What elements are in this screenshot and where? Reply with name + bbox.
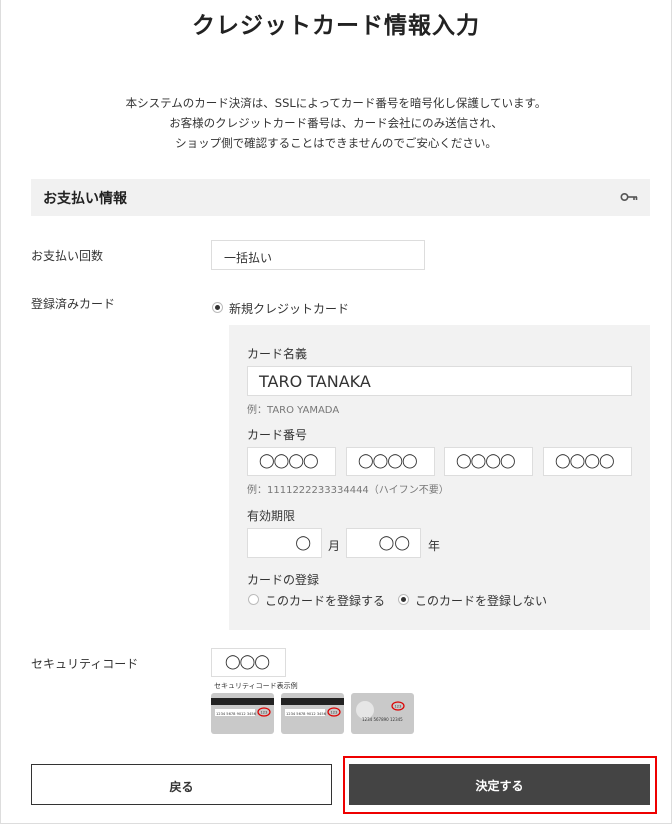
security-code-sample-amex: 123 1234 567890 12345 [351, 693, 414, 734]
notice-line-2: お客様のクレジットカード番号は、カード会社にのみ送信され、 [169, 116, 503, 130]
security-code-caption: セキュリティコード表示例 [214, 682, 298, 690]
submit-button[interactable]: 決定する [349, 764, 650, 805]
sample-number-1: 1234 5678 9012 3456 [216, 712, 257, 716]
card-register-label: カードの登録 [247, 573, 320, 587]
card-name-label: カード名義 [247, 347, 308, 361]
sample-number-3: 1234 567890 12345 [362, 717, 403, 722]
no-register-card-radio-label[interactable]: このカードを登録しない [415, 592, 547, 609]
sample-number-2: 1234 5678 9012 3456 [286, 712, 327, 716]
expiry-month-input[interactable]: ◯ [247, 528, 322, 558]
sample-code-1: 123 [261, 711, 268, 715]
card-number-input-4[interactable]: ◯◯◯◯ [543, 447, 632, 476]
register-card-radio[interactable] [248, 594, 259, 605]
card-name-hint: 例：TARO YAMADA [247, 405, 340, 416]
sample-code-3: 123 [395, 705, 402, 709]
notice-line-3: ショップ側で確認することはできませんのでご安心ください。 [175, 136, 497, 150]
page-title: クレジットカード情報入力 [192, 13, 480, 39]
year-unit: 年 [428, 539, 441, 553]
section-title: お支払い情報 [43, 191, 127, 207]
card-number-input-1[interactable]: ◯◯◯◯ [247, 447, 336, 476]
card-number-hint: 例：1111222233334444（ハイフン不要） [247, 485, 449, 496]
card-name-input[interactable]: TARO TANAKA [247, 366, 632, 396]
card-number-input-3[interactable]: ◯◯◯◯ [444, 447, 533, 476]
notice-line-1: 本システムのカード決済は、SSLによってカード番号を暗号化し保護しています。 [125, 96, 547, 110]
sample-code-2: 123 [331, 711, 338, 715]
back-button[interactable]: 戻る [31, 764, 332, 805]
new-card-radio-label[interactable]: 新規クレジットカード [229, 300, 349, 317]
security-code-label: セキュリティコード [31, 657, 139, 671]
registered-card-label: 登録済みカード [31, 297, 116, 311]
new-card-radio[interactable] [212, 302, 223, 313]
no-register-card-radio[interactable] [398, 594, 409, 605]
expiry-label: 有効期限 [247, 509, 296, 523]
card-number-label: カード番号 [247, 428, 308, 442]
month-unit: 月 [328, 539, 341, 553]
register-card-radio-label[interactable]: このカードを登録する [265, 592, 385, 609]
security-code-sample-visa: 1234 5678 9012 3456 123 [211, 693, 274, 734]
security-notice: 本システムのカード決済は、SSLによってカード番号を暗号化し保護しています。 お… [0, 93, 672, 153]
security-code-input[interactable]: ◯◯◯ [211, 648, 286, 677]
expiry-year-input[interactable]: ◯◯ [346, 528, 421, 558]
security-code-sample-master: 1234 5678 9012 3456 123 [281, 693, 344, 734]
payment-info-header: お支払い情報 [31, 179, 650, 216]
key-icon [620, 192, 638, 202]
card-number-input-2[interactable]: ◯◯◯◯ [346, 447, 435, 476]
payment-count-label: お支払い回数 [31, 249, 104, 263]
payment-count-select[interactable]: 一括払い [211, 240, 425, 270]
